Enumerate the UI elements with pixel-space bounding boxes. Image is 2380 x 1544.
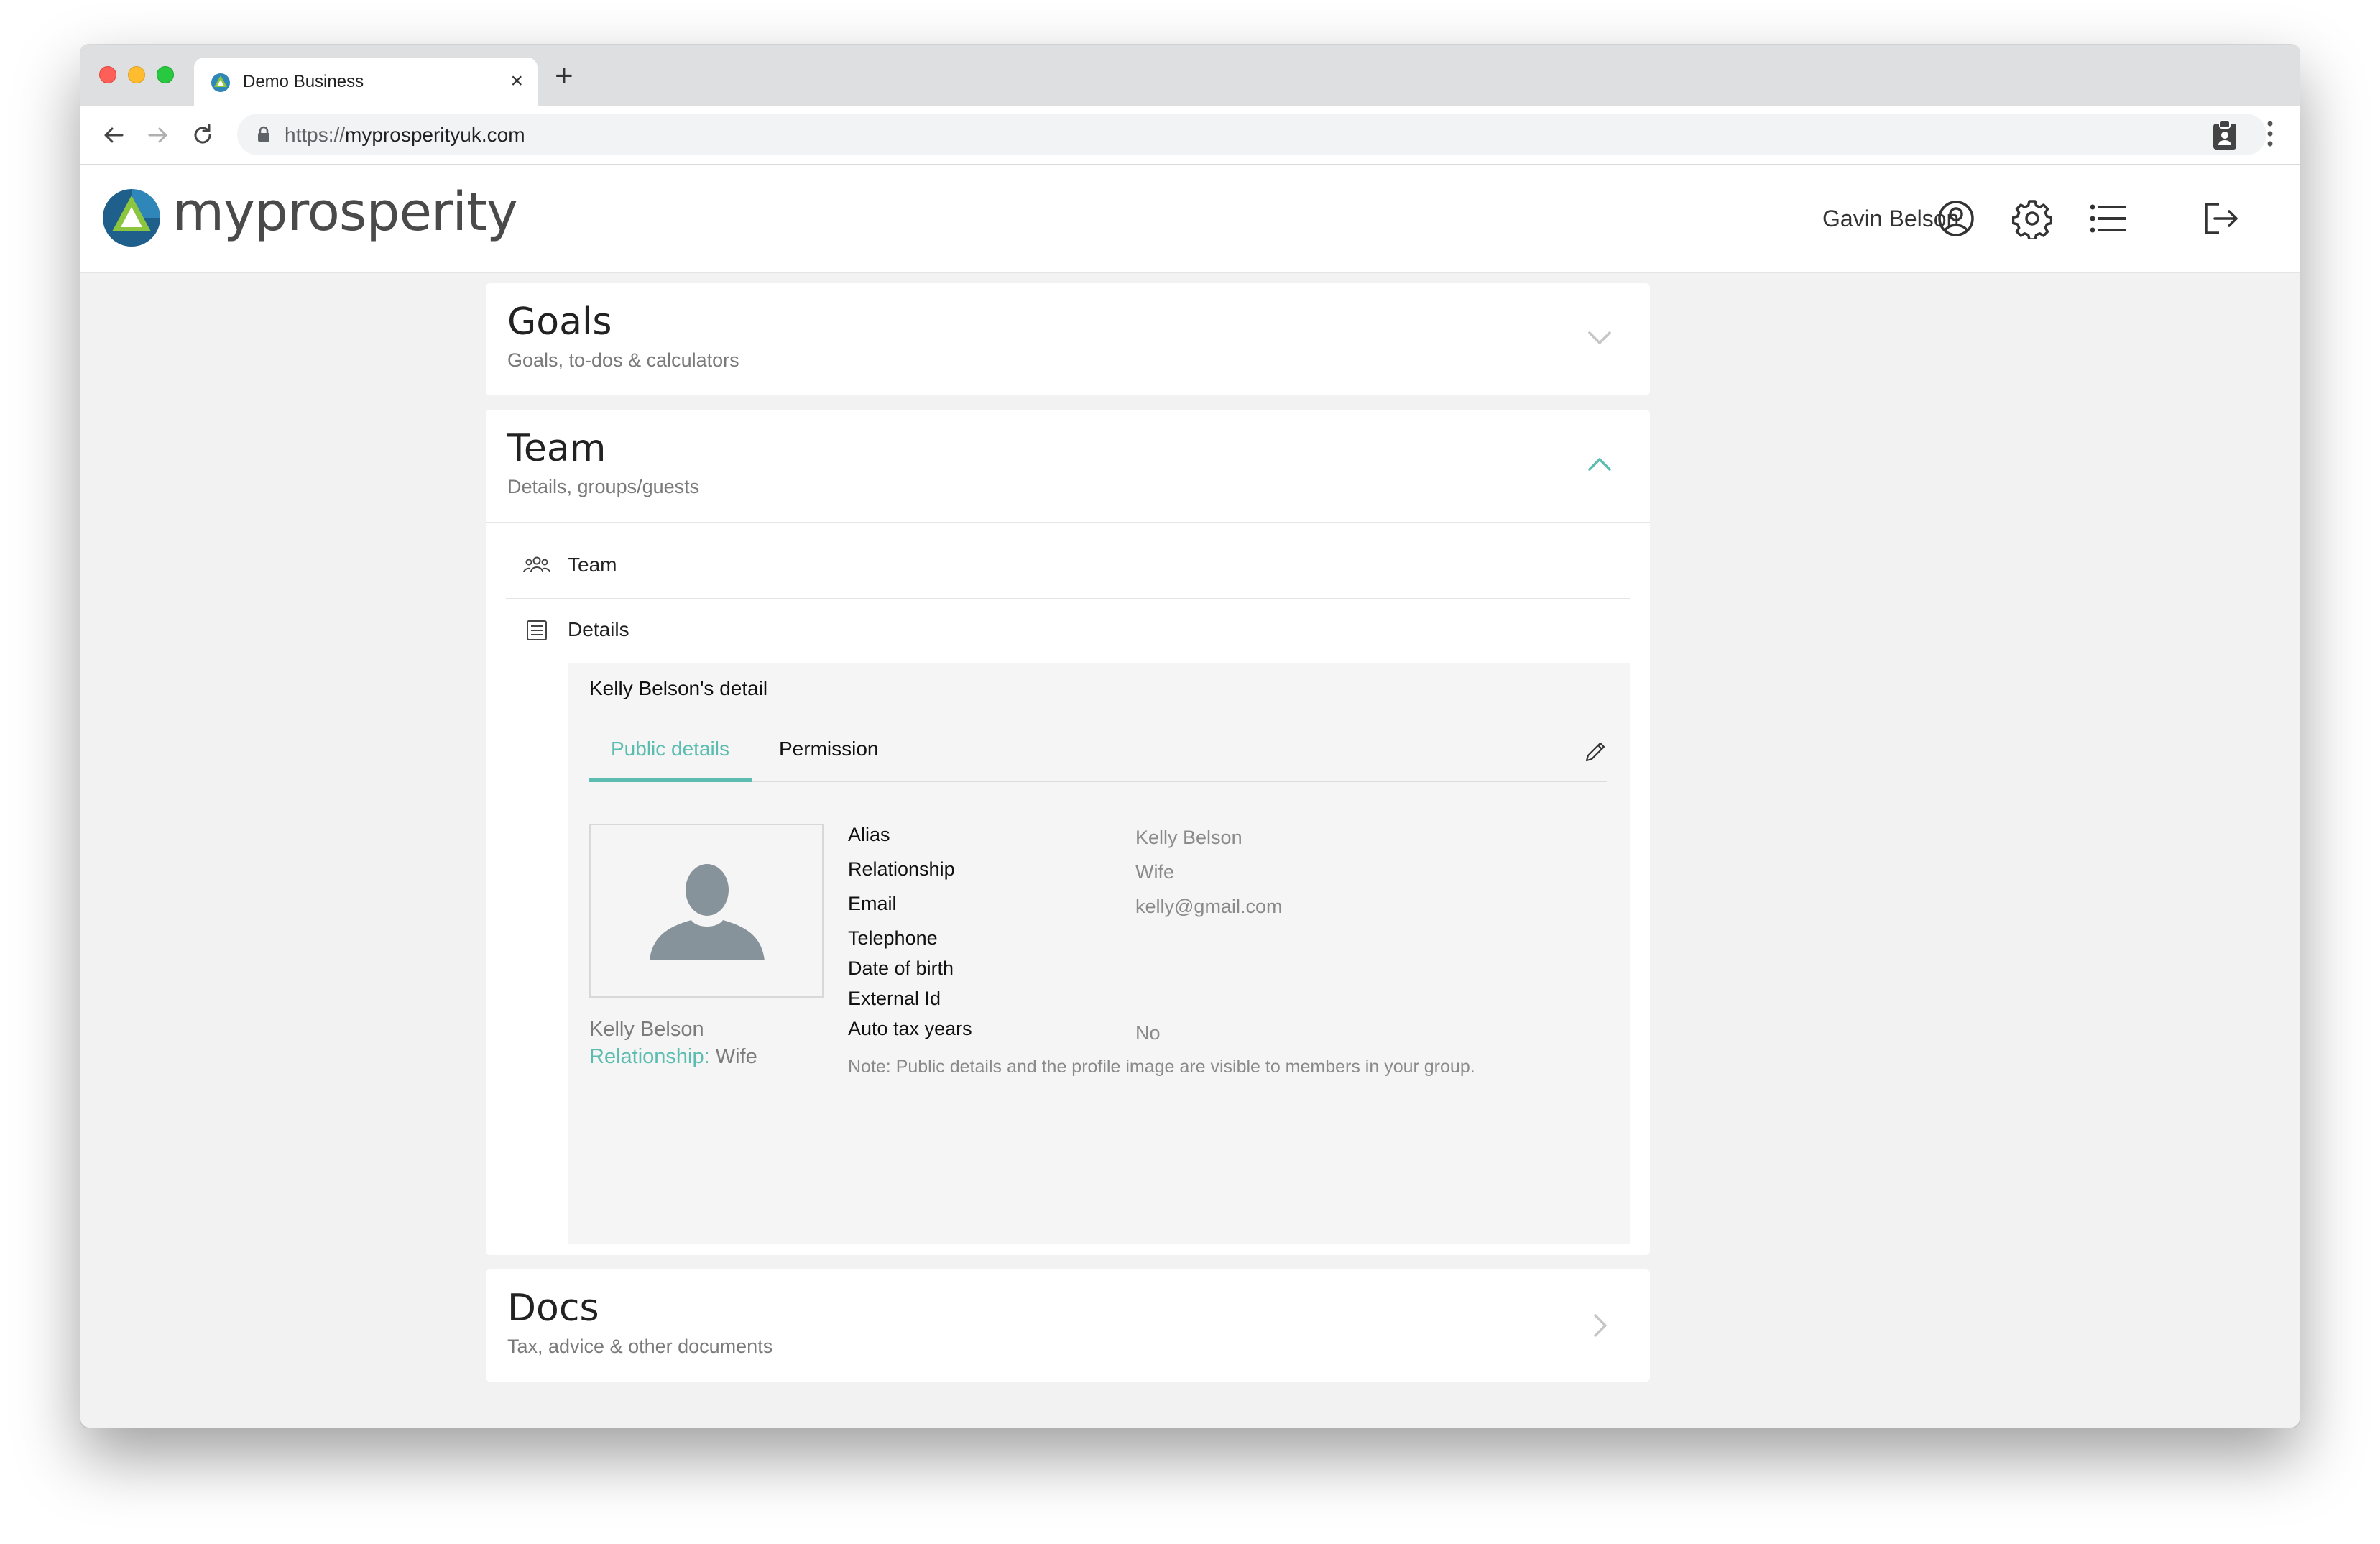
logo-text[interactable]: myprosperity <box>172 181 518 243</box>
field-value-email: kelly@gmail.com <box>1135 896 1283 917</box>
new-tab-button[interactable]: + <box>555 60 573 92</box>
address-bar[interactable]: https://myprosperityuk.com <box>237 114 2266 155</box>
field-label-alias: Alias <box>848 824 890 845</box>
active-tab-indicator <box>589 778 752 782</box>
field-label-email: Email <box>848 893 897 914</box>
back-arrow-icon[interactable] <box>99 121 128 150</box>
field-label-relationship: Relationship <box>848 858 955 880</box>
details-list-icon <box>527 620 547 640</box>
avatar-name: Kelly Belson <box>589 1018 704 1041</box>
field-label-external-id: External Id <box>848 988 941 1009</box>
logout-icon[interactable] <box>2200 198 2241 239</box>
tab-title: Demo Business <box>243 72 364 91</box>
tab-close-icon[interactable]: × <box>510 70 523 92</box>
field-value-auto-tax-years: No <box>1135 1022 1161 1044</box>
goals-subtitle: Goals, to-dos & calculators <box>507 349 739 371</box>
lock-icon <box>258 126 269 142</box>
person-placeholder-icon <box>650 864 765 960</box>
group-icon <box>523 556 550 573</box>
details-row-label[interactable]: Details <box>568 618 629 641</box>
logo-icon[interactable] <box>102 188 161 247</box>
edit-pencil-icon[interactable] <box>1582 739 1608 765</box>
tab-strip: Demo Business × + <box>80 45 2300 106</box>
field-value-alias: Kelly Belson <box>1135 827 1242 848</box>
browser-window: Demo Business × + https://myprosperityuk… <box>80 45 2300 1428</box>
team-divider <box>486 522 1650 523</box>
app-header: myprosperity Gavin Belson <box>80 165 2300 273</box>
tab-permission[interactable]: Permission <box>779 737 878 760</box>
docs-title: Docs <box>507 1287 599 1330</box>
tab-public-details[interactable]: Public details <box>611 737 729 760</box>
privacy-note: Note: Public details and the profile ima… <box>848 1057 1475 1077</box>
minimize-window-button[interactable] <box>128 66 145 83</box>
avatar <box>589 824 824 998</box>
goals-title: Goals <box>507 300 612 344</box>
url-text: https://myprosperityuk.com <box>285 124 525 146</box>
team-card: Team Details, groups/guests Team Details <box>486 410 1650 1255</box>
maximize-window-button[interactable] <box>157 66 174 83</box>
list-menu-icon[interactable] <box>2088 198 2128 239</box>
reload-icon[interactable] <box>188 121 217 150</box>
team-title: Team <box>507 427 606 470</box>
browser-menu-icon[interactable] <box>2266 119 2274 148</box>
browser-toolbar: https://myprosperityuk.com <box>80 106 2300 165</box>
chevron-right-icon[interactable] <box>1584 1310 1615 1341</box>
docs-card[interactable]: Docs Tax, advice & other documents <box>486 1269 1650 1382</box>
detail-heading: Kelly Belson's detail <box>589 677 768 699</box>
avatar-relationship: Relationship: Wife <box>589 1045 757 1068</box>
gear-icon[interactable] <box>2012 198 2052 239</box>
goals-card[interactable]: Goals Goals, to-dos & calculators <box>486 283 1650 395</box>
user-profile-icon[interactable] <box>1936 198 1976 239</box>
browser-tab[interactable]: Demo Business × <box>194 58 538 106</box>
favicon-icon <box>211 73 230 92</box>
field-label-auto-tax-years: Auto tax years <box>848 1018 972 1039</box>
chevron-down-icon[interactable] <box>1584 322 1615 354</box>
forward-arrow-icon[interactable] <box>144 121 172 150</box>
chevron-up-icon[interactable] <box>1584 449 1615 480</box>
detail-panel: Kelly Belson's detail Public details Per… <box>568 663 1630 1244</box>
row-divider <box>506 598 1630 599</box>
clipboard-extension-icon[interactable] <box>2212 119 2238 151</box>
close-window-button[interactable] <box>99 66 116 83</box>
team-subtitle: Details, groups/guests <box>507 476 700 497</box>
field-label-date-of-birth: Date of birth <box>848 957 954 979</box>
field-label-telephone: Telephone <box>848 927 938 949</box>
field-value-relationship: Wife <box>1135 861 1174 883</box>
team-row-label[interactable]: Team <box>568 553 617 576</box>
docs-subtitle: Tax, advice & other documents <box>507 1336 773 1357</box>
